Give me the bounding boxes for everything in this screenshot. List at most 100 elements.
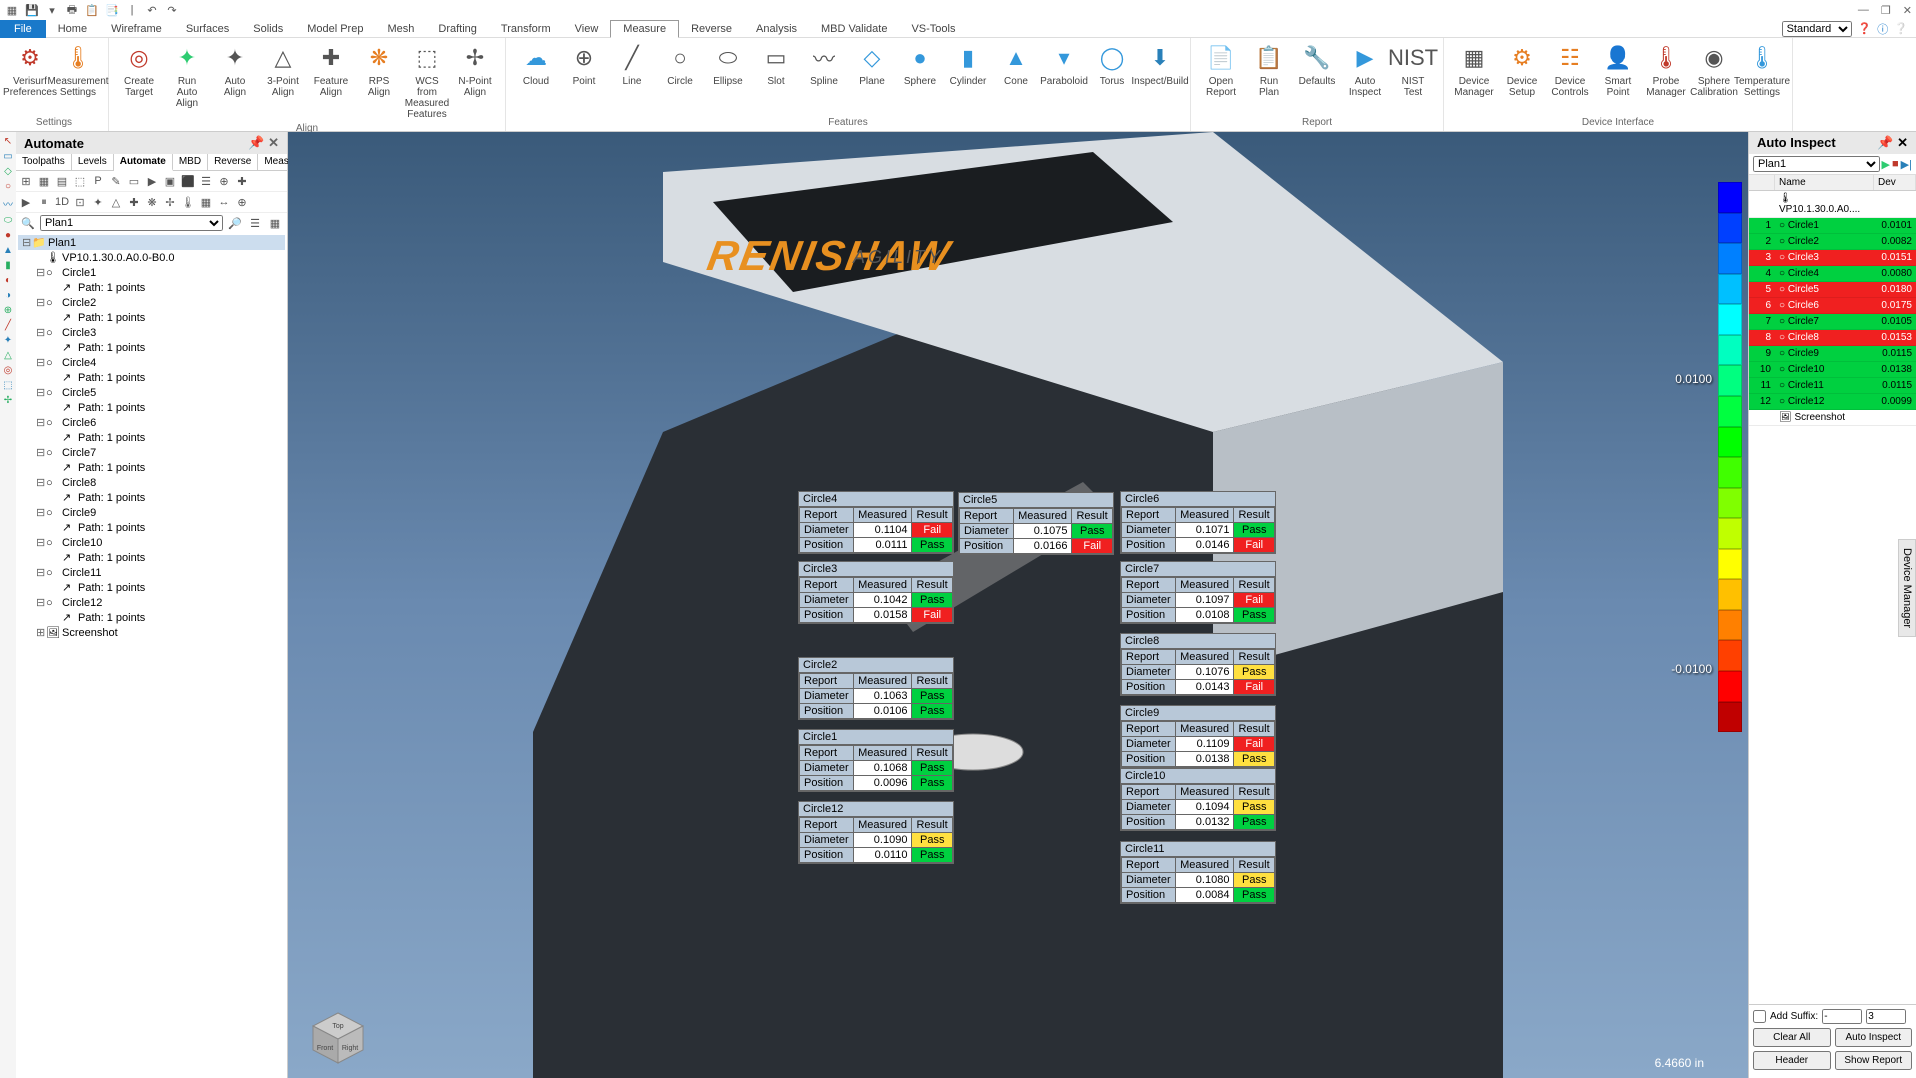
- toolbar-icon[interactable]: ▦: [36, 173, 52, 189]
- toolbar-icon[interactable]: 1D: [54, 194, 70, 210]
- tab-automate[interactable]: Automate: [114, 154, 173, 171]
- menu-measure[interactable]: Measure: [610, 20, 679, 38]
- callout-circle3[interactable]: Circle3ReportMeasuredResultDiameter0.104…: [798, 561, 954, 624]
- left-tool-icon[interactable]: ○: [5, 181, 11, 192]
- ribbon-sphere[interactable]: ●Sphere: [896, 40, 944, 89]
- ribbon-temperature[interactable]: 🌡TemperatureSettings: [1738, 40, 1786, 100]
- clear-all-button[interactable]: Clear All: [1753, 1028, 1831, 1047]
- stop-icon[interactable]: ■: [1892, 158, 1899, 170]
- close-button[interactable]: ✕: [1903, 4, 1912, 17]
- ribbon-cylinder[interactable]: ▮Cylinder: [944, 40, 992, 89]
- left-tool-icon[interactable]: ↖: [4, 136, 12, 147]
- step-icon[interactable]: ▶|: [1901, 158, 1912, 171]
- col-name[interactable]: Name: [1775, 175, 1874, 190]
- callout-circle4[interactable]: Circle4ReportMeasuredResultDiameter0.110…: [798, 491, 954, 554]
- info-icon[interactable]: ⓘ: [1877, 21, 1888, 37]
- minimize-button[interactable]: —: [1858, 4, 1869, 17]
- qat-icon[interactable]: 📑: [104, 2, 120, 18]
- ribbon-circle[interactable]: ○Circle: [656, 40, 704, 89]
- table-row-screenshot[interactable]: 🖼 Screenshot: [1749, 410, 1916, 426]
- plan-icon[interactable]: 🔍: [20, 215, 36, 231]
- table-row[interactable]: 9○ Circle90.0115: [1749, 346, 1916, 362]
- ribbon-probe[interactable]: 🌡ProbeManager: [1642, 40, 1690, 100]
- tree-item[interactable]: ↗Path: 1 points: [18, 280, 285, 295]
- table-row[interactable]: 7○ Circle70.0105: [1749, 314, 1916, 330]
- qat-icon[interactable]: ▾: [44, 2, 60, 18]
- tree-item[interactable]: ↗Path: 1 points: [18, 460, 285, 475]
- toolbar-icon[interactable]: △: [108, 194, 124, 210]
- tree-item[interactable]: ⊟○Circle5: [18, 385, 285, 400]
- callout-circle8[interactable]: Circle8ReportMeasuredResultDiameter0.107…: [1120, 633, 1276, 696]
- toolbar-icon[interactable]: ⊡: [72, 194, 88, 210]
- ribbon-nist[interactable]: NISTNISTTest: [1389, 40, 1437, 100]
- ribbon-point[interactable]: ⊕Point: [560, 40, 608, 89]
- tree-item[interactable]: ⊟○Circle8: [18, 475, 285, 490]
- callout-circle1[interactable]: Circle1ReportMeasuredResultDiameter0.106…: [798, 729, 954, 792]
- tree-item[interactable]: ↗Path: 1 points: [18, 580, 285, 595]
- left-tool-icon[interactable]: ⊕: [4, 305, 12, 316]
- tab-reverse[interactable]: Reverse: [208, 154, 258, 170]
- table-row[interactable]: 12○ Circle120.0099: [1749, 394, 1916, 410]
- ribbon-ellipse[interactable]: ⬭Ellipse: [704, 40, 752, 89]
- menu-mbd-validate[interactable]: MBD Validate: [809, 21, 899, 37]
- ribbon-plane[interactable]: ◇Plane: [848, 40, 896, 89]
- tree-item[interactable]: ⊟○Circle9: [18, 505, 285, 520]
- table-row[interactable]: 2○ Circle20.0082: [1749, 234, 1916, 250]
- left-tool-icon[interactable]: 〰: [3, 196, 13, 211]
- left-tool-icon[interactable]: ◐: [5, 275, 11, 286]
- ribbon-cone[interactable]: ▲Cone: [992, 40, 1040, 89]
- toolbar-icon[interactable]: P: [90, 173, 106, 189]
- tree-item[interactable]: ↗Path: 1 points: [18, 310, 285, 325]
- tree-item[interactable]: ⊟○Circle10: [18, 535, 285, 550]
- ribbon-defaults[interactable]: 🔧Defaults: [1293, 40, 1341, 89]
- tab-levels[interactable]: Levels: [72, 154, 114, 170]
- callout-circle10[interactable]: Circle10ReportMeasuredResultDiameter0.10…: [1120, 768, 1276, 831]
- device-manager-tab[interactable]: Device Manager: [1898, 539, 1916, 637]
- suffix-sep-input[interactable]: [1822, 1009, 1862, 1024]
- left-tool-icon[interactable]: ⬚: [3, 380, 12, 391]
- menu-surfaces[interactable]: Surfaces: [174, 21, 241, 37]
- suffix-num-input[interactable]: [1866, 1009, 1906, 1024]
- qat-icon[interactable]: ▦: [4, 2, 20, 18]
- ribbon-auto[interactable]: ✦AutoAlign: [211, 40, 259, 100]
- tree-item[interactable]: ⊟○Circle12: [18, 595, 285, 610]
- ribbon-verisurf[interactable]: ⚙VerisurfPreferences: [6, 40, 54, 100]
- help2-icon[interactable]: ❔: [1894, 22, 1908, 35]
- qat-save-icon[interactable]: 💾: [24, 2, 40, 18]
- callout-circle9[interactable]: Circle9ReportMeasuredResultDiameter0.110…: [1120, 705, 1276, 768]
- tree-item[interactable]: ⊟○Circle3: [18, 325, 285, 340]
- table-row-vp[interactable]: 🌡 VP10.1.30.0.A0....: [1749, 191, 1916, 218]
- tree-item[interactable]: ↗Path: 1 points: [18, 400, 285, 415]
- toolbar-icon[interactable]: ✚: [234, 173, 250, 189]
- ribbon-paraboloid[interactable]: ▾Paraboloid: [1040, 40, 1088, 89]
- callout-circle12[interactable]: Circle12ReportMeasuredResultDiameter0.10…: [798, 801, 954, 864]
- help-icon[interactable]: ❓: [1858, 22, 1872, 35]
- menu-mesh[interactable]: Mesh: [375, 21, 426, 37]
- panel-pin-icon[interactable]: 📌 ✕: [1877, 135, 1908, 151]
- maximize-button[interactable]: ❐: [1881, 4, 1891, 17]
- ribbon-wcs-from[interactable]: ⬚WCS fromMeasured Features: [403, 40, 451, 122]
- qat-icon[interactable]: 📋: [84, 2, 100, 18]
- tree-item[interactable]: ⊞🖼Screenshot: [18, 625, 285, 640]
- callout-circle11[interactable]: Circle11ReportMeasuredResultDiameter0.10…: [1120, 841, 1276, 904]
- toolbar-icon[interactable]: ✎: [108, 173, 124, 189]
- view-cube[interactable]: Top Front Right: [308, 1008, 368, 1068]
- toolbar-icon[interactable]: ✚: [126, 194, 142, 210]
- toolbar-icon[interactable]: ▦: [198, 194, 214, 210]
- left-tool-icon[interactable]: ●: [5, 230, 11, 241]
- ribbon-measurement[interactable]: 🌡MeasurementSettings: [54, 40, 102, 100]
- panel-pin-icon[interactable]: 📌 ✕: [248, 135, 279, 151]
- ribbon-device[interactable]: ⚙DeviceSetup: [1498, 40, 1546, 100]
- tree-item[interactable]: ↗Path: 1 points: [18, 490, 285, 505]
- tree-item[interactable]: ⊟📁Plan1: [18, 235, 285, 250]
- ribbon-run[interactable]: 📋RunPlan: [1245, 40, 1293, 100]
- callout-circle5[interactable]: Circle5ReportMeasuredResultDiameter0.107…: [958, 492, 1114, 555]
- add-suffix-checkbox[interactable]: [1753, 1010, 1766, 1023]
- toolbar-icon[interactable]: ✢: [162, 194, 178, 210]
- tree-item[interactable]: ⊟○Circle11: [18, 565, 285, 580]
- tab-toolpaths[interactable]: Toolpaths: [16, 154, 72, 170]
- table-row[interactable]: 10○ Circle100.0138: [1749, 362, 1916, 378]
- ribbon-inspect-build[interactable]: ⬇Inspect/Build: [1136, 40, 1184, 89]
- qat-print-icon[interactable]: 🖶: [64, 2, 80, 18]
- toolbar-icon[interactable]: ▶: [144, 173, 160, 189]
